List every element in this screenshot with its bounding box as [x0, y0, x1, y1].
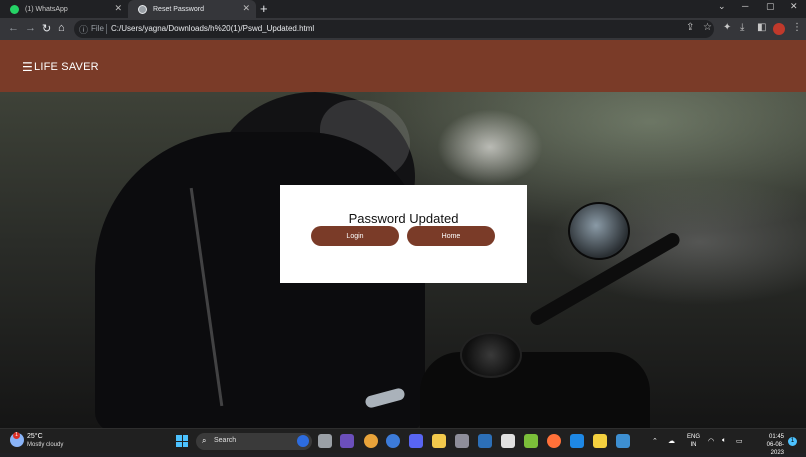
url-text[interactable]: C:/Users/yagna/Downloads/h%20(1)/Pswd_Up… — [111, 24, 314, 33]
weather-temp[interactable]: 25°C — [27, 433, 43, 440]
close-tab-icon[interactable]: ✕ — [114, 3, 122, 14]
clock-time: 01:45 — [768, 434, 784, 440]
globe-icon — [138, 4, 147, 14]
wifi-icon[interactable]: ◠ — [708, 437, 714, 445]
weather-badge: 1 — [13, 432, 20, 439]
site-brand[interactable]: LIFE SAVER — [34, 61, 99, 73]
weather-condition[interactable]: Mostly cloudy — [27, 442, 63, 448]
extensions-icon[interactable]: ✦ — [723, 22, 731, 33]
tab-title: (1) WhatsApp — [25, 5, 68, 13]
windows-taskbar: 1 25°C Mostly cloudy ⌕ Search ⌃ ☁ ENG IN… — [0, 428, 806, 456]
speedometer-shape — [460, 332, 522, 378]
notepad-icon[interactable] — [501, 434, 515, 448]
search-label: Search — [214, 437, 237, 444]
maximize-icon[interactable]: ▢ — [766, 1, 775, 12]
firefox-icon[interactable] — [547, 434, 561, 448]
browser-tab-strip: (1) WhatsApp ✕ Reset Password ✕ + ⌄ ─ ▢ … — [0, 0, 806, 18]
language-indicator[interactable]: ENG IN — [687, 433, 700, 449]
notification-badge[interactable]: 1 — [788, 437, 797, 446]
tab-search-icon[interactable]: ⌄ — [718, 1, 726, 12]
download-icon[interactable]: ⤓ — [740, 22, 744, 33]
clock-date: 06-08-2023 — [766, 442, 784, 456]
volume-icon[interactable]: 🔈︎ — [722, 437, 726, 445]
chrome-icon[interactable] — [364, 434, 378, 448]
home-button[interactable]: Home — [407, 226, 495, 246]
hamburger-icon[interactable]: ☰ — [22, 60, 33, 74]
new-tab-icon[interactable]: + — [260, 1, 268, 16]
site-navbar: ☰ LIFE SAVER — [0, 40, 806, 92]
reload-icon[interactable]: ↻ — [42, 22, 51, 35]
divider — [106, 24, 107, 34]
app-icon[interactable] — [593, 434, 607, 448]
back-icon[interactable]: ← — [8, 22, 19, 34]
system-clock[interactable]: 01:45 06-08-2023 — [762, 433, 784, 457]
cloud-icon[interactable]: ☁ — [668, 437, 675, 445]
search-icon: ⌕ — [202, 436, 207, 445]
discord-icon[interactable] — [409, 434, 423, 448]
tab-title: Reset Password — [153, 5, 204, 13]
home-icon[interactable]: ⌂ — [58, 22, 65, 34]
app-icon[interactable] — [455, 434, 469, 448]
whatsapp-icon — [10, 4, 19, 14]
password-updated-card: Password Updated Login Home — [280, 185, 527, 283]
forward-icon[interactable]: → — [25, 22, 36, 34]
scheme-label: File — [91, 24, 104, 33]
address-bar[interactable]: ⓘ File C:/Users/yagna/Downloads/h%20(1)/… — [74, 20, 714, 38]
login-button[interactable]: Login — [311, 226, 399, 246]
vscode-icon[interactable] — [570, 434, 584, 448]
app-icon[interactable] — [524, 434, 538, 448]
task-view-icon[interactable] — [318, 434, 332, 448]
bookmark-star-icon[interactable]: ☆ — [703, 22, 712, 33]
python-icon[interactable] — [616, 434, 630, 448]
close-window-icon[interactable]: ✕ — [790, 1, 798, 12]
share-icon[interactable]: ⇪ — [686, 22, 694, 33]
close-tab-icon[interactable]: ✕ — [242, 3, 250, 14]
app-icon[interactable] — [478, 434, 492, 448]
battery-icon[interactable]: ▭ — [736, 437, 743, 445]
tab-reset-password[interactable]: Reset Password ✕ — [128, 0, 256, 18]
taskbar-search[interactable]: ⌕ Search — [196, 433, 312, 450]
teams-icon[interactable] — [340, 434, 354, 448]
info-icon[interactable]: ⓘ — [79, 23, 88, 36]
lang-line1: ENG — [687, 434, 701, 440]
bing-icon — [297, 435, 309, 447]
minimize-icon[interactable]: ─ — [742, 1, 748, 11]
browser-toolbar: ← → ↻ ⌂ ⓘ File C:/Users/yagna/Downloads/… — [0, 18, 806, 40]
profile-avatar[interactable] — [773, 23, 785, 35]
lang-line2: IN — [690, 442, 697, 448]
side-panel-icon[interactable]: ◧ — [757, 22, 766, 33]
card-title: Password Updated — [348, 211, 459, 226]
bike-shape — [420, 352, 650, 428]
zoom-icon[interactable] — [386, 434, 400, 448]
start-button[interactable] — [176, 435, 188, 447]
mirror-shape — [568, 202, 630, 260]
chevron-up-icon[interactable]: ⌃ — [652, 437, 658, 445]
file-explorer-icon[interactable] — [432, 434, 446, 448]
kebab-menu-icon[interactable]: ⋮ — [792, 22, 802, 33]
tab-whatsapp[interactable]: (1) WhatsApp ✕ — [0, 0, 128, 18]
